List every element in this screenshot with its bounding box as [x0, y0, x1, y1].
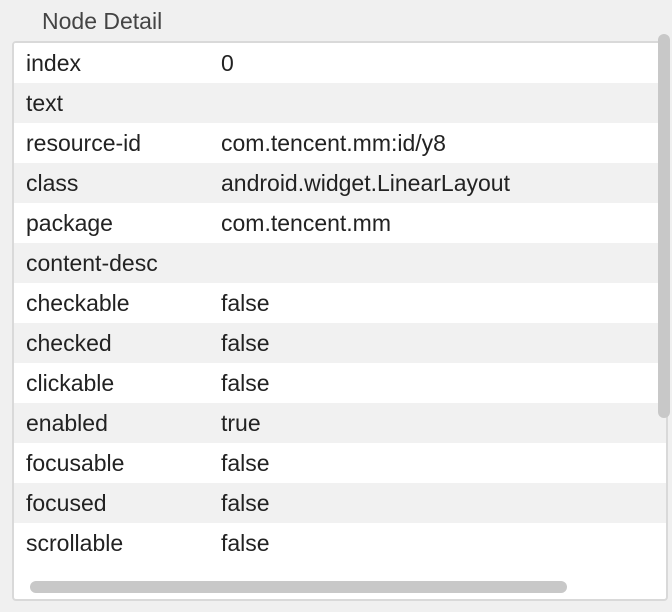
- horizontal-scrollbar[interactable]: [30, 581, 640, 593]
- table-row[interactable]: scrollable false: [14, 523, 666, 563]
- property-key: focusable: [26, 450, 221, 477]
- property-key: class: [26, 170, 221, 197]
- table-row[interactable]: focused false: [14, 483, 666, 523]
- table-row[interactable]: text: [14, 83, 666, 123]
- property-key: checked: [26, 330, 221, 357]
- property-key: enabled: [26, 410, 221, 437]
- property-value: false: [221, 290, 666, 317]
- vertical-scrollbar[interactable]: [658, 34, 670, 418]
- horizontal-scrollbar-thumb[interactable]: [30, 581, 567, 593]
- table-row[interactable]: focusable false: [14, 443, 666, 483]
- property-value: com.tencent.mm:id/y8: [221, 130, 666, 157]
- property-key: index: [26, 50, 221, 77]
- vertical-scrollbar-thumb[interactable]: [658, 34, 670, 418]
- table-row[interactable]: checkable false: [14, 283, 666, 323]
- property-value: android.widget.LinearLayout: [221, 170, 666, 197]
- property-key: checkable: [26, 290, 221, 317]
- table-row[interactable]: enabled true: [14, 403, 666, 443]
- properties-scroll-area[interactable]: index 0 text resource-id com.tencent.mm:…: [12, 41, 668, 601]
- property-value: true: [221, 410, 666, 437]
- panel-title: Node Detail: [6, 4, 666, 41]
- table-row[interactable]: resource-id com.tencent.mm:id/y8: [14, 123, 666, 163]
- property-key: text: [26, 90, 221, 117]
- property-key: clickable: [26, 370, 221, 397]
- property-key: content-desc: [26, 250, 221, 277]
- table-row[interactable]: content-desc: [14, 243, 666, 283]
- property-value: false: [221, 450, 666, 477]
- table-row[interactable]: clickable false: [14, 363, 666, 403]
- property-key: focused: [26, 490, 221, 517]
- property-key: package: [26, 210, 221, 237]
- properties-table: index 0 text resource-id com.tencent.mm:…: [14, 43, 666, 563]
- property-key: resource-id: [26, 130, 221, 157]
- table-row[interactable]: index 0: [14, 43, 666, 83]
- property-key: scrollable: [26, 530, 221, 557]
- node-detail-panel: Node Detail index 0 text resource-id com…: [0, 0, 672, 612]
- table-row[interactable]: checked false: [14, 323, 666, 363]
- table-row[interactable]: package com.tencent.mm: [14, 203, 666, 243]
- property-value: false: [221, 330, 666, 357]
- property-value: false: [221, 370, 666, 397]
- table-row[interactable]: class android.widget.LinearLayout: [14, 163, 666, 203]
- property-value: false: [221, 530, 666, 557]
- property-value: false: [221, 490, 666, 517]
- property-value: com.tencent.mm: [221, 210, 666, 237]
- property-value: 0: [221, 50, 666, 77]
